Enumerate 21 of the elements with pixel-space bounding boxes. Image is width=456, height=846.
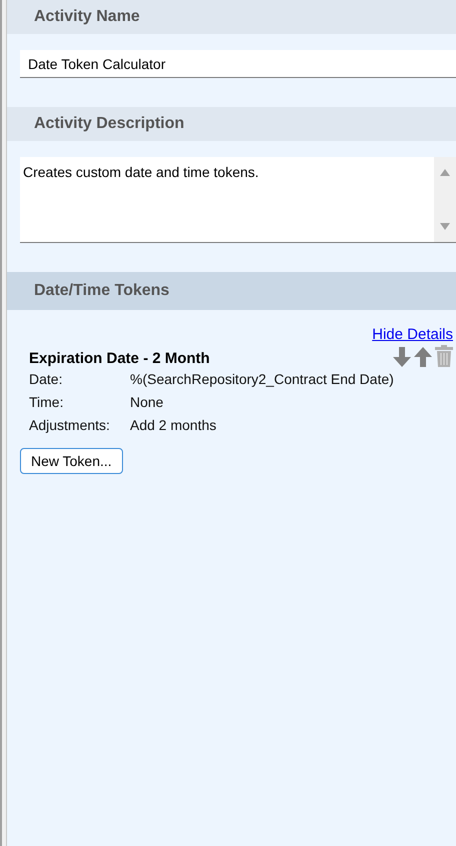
section-title: Activity Description — [34, 115, 184, 133]
description-text: Creates custom date and time tokens. — [22, 163, 260, 182]
scroll-up-icon[interactable] — [440, 169, 450, 176]
hide-details-link[interactable]: Hide Details — [372, 326, 453, 343]
name-field[interactable]: Date Token Calculator — [20, 50, 456, 78]
scrollbar[interactable] — [434, 157, 456, 242]
detail-label: Date: — [29, 370, 64, 386]
detail-value: %(SearchRepository2_Contract End Date) — [130, 370, 394, 386]
scroll-down-icon[interactable] — [440, 223, 450, 230]
detail-value: Add 2 months — [130, 416, 216, 432]
token-title: Expiration Date - 2 Month — [29, 350, 210, 367]
section-title: Activity Name — [34, 8, 140, 26]
description-field[interactable]: Creates custom date and time tokens. — [20, 157, 456, 243]
arrow-up-icon[interactable] — [414, 347, 432, 367]
section-title: Date/Time Tokens — [34, 282, 170, 300]
new-token-button[interactable]: New Token... — [20, 448, 123, 474]
detail-label: Time: — [29, 394, 64, 410]
detail-label: Adjustments: — [29, 416, 111, 432]
arrow-down-icon[interactable] — [393, 347, 411, 367]
trash-icon[interactable] — [435, 345, 453, 367]
detail-value: None — [130, 394, 164, 410]
